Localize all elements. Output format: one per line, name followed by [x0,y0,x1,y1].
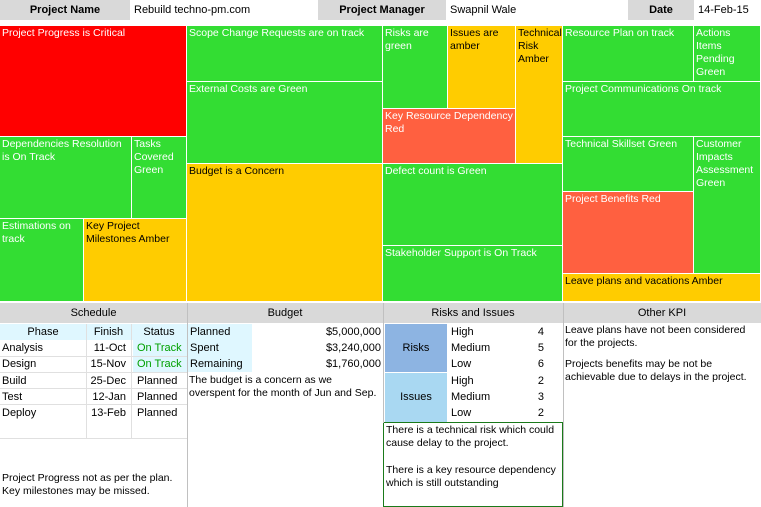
issue-level: High [451,375,474,387]
schedule-phase: Test [2,391,23,403]
risk-count: 6 [537,358,544,370]
schedule-header: Schedule [0,303,187,323]
risks-note-resource: There is a key resource dependency which… [386,464,556,489]
schedule-phase: Deploy [2,407,37,419]
budget-value: $3,240,000 [325,342,381,354]
other-kpi-header: Other KPI [563,303,761,323]
schedule-finish: 13-Feb [91,407,126,419]
budget-value: $5,000,000 [325,326,381,338]
schedule-status: Planned [137,375,178,387]
divider [563,303,564,507]
project-name-label: Project Name [0,0,130,20]
risks-issues-header: Risks and Issues [383,303,563,323]
budget-label: Remaining [188,356,252,372]
divider [0,438,187,439]
tile-leave-plans[interactable]: Leave plans and vacations Amber [563,274,761,302]
divider [187,303,188,507]
tile-issues[interactable]: Issues are amber [448,26,516,109]
budget-label: Spent [188,340,252,356]
risk-count: 5 [537,342,544,354]
project-name-value[interactable]: Rebuild techno-pm.com [130,0,318,20]
schedule-phase: Design [2,358,37,370]
schedule-phase: Build [2,375,27,387]
schedule-status: Planned [137,391,178,403]
schedule-phase: Analysis [2,342,43,354]
divider [0,372,187,373]
risk-level: High [451,326,474,338]
tile-estimations[interactable]: Estimations on track [0,219,84,302]
risk-level: Low [451,358,472,370]
tile-tasks-covered[interactable]: Tasks Covered Green [132,137,187,219]
issue-count: 2 [537,375,544,387]
issue-level: Medium [451,391,491,403]
schedule-finish: 11-Oct [93,342,126,354]
schedule-finish: 12-Jan [92,391,126,403]
divider [131,324,132,438]
divider [0,356,187,357]
schedule-status: On Track [133,340,187,356]
project-manager-value[interactable]: Swapnil Wale [446,0,628,20]
tile-risks[interactable]: Risks are green [383,26,448,109]
date-label: Date [628,0,694,20]
date-value[interactable]: 14-Feb-15 [694,0,761,20]
tile-key-resource[interactable]: Key Resource Dependency Red [383,109,516,164]
issues-label-box: Issues [385,373,447,422]
budget-note: The budget is a concern as we overspent … [189,374,377,399]
tile-communications[interactable]: Project Communications On track [563,82,761,137]
budget-header: Budget [187,303,383,323]
schedule-status: On Track [133,356,187,372]
schedule-col-status: Status [143,326,175,338]
divider [383,303,384,423]
project-manager-label: Project Manager [318,0,446,20]
tile-action-items[interactable]: Actions Items Pending Green [694,26,761,82]
divider [0,388,187,389]
issue-level: Low [451,407,472,419]
risks-note-technical: There is a technical risk which could ca… [386,424,555,449]
tile-key-milestones[interactable]: Key Project Milestones Amber [84,219,187,302]
schedule-col-finish: Finish [93,326,124,338]
tile-resource-plan[interactable]: Resource Plan on track [563,26,694,82]
tile-technical-risk[interactable]: Technical Risk Amber [516,26,563,164]
tile-project-progress[interactable]: Project Progress is Critical [0,26,187,137]
risk-level: Medium [451,342,491,354]
tile-budget[interactable]: Budget is a Concern [187,164,383,302]
tile-external-costs[interactable]: External Costs are Green [187,82,383,164]
schedule-note: Project Progress not as per the plan. Ke… [2,472,173,497]
divider [0,404,187,405]
budget-label: Planned [188,324,252,340]
kpi-note-leave: Leave plans have not been considered for… [565,324,746,349]
divider [86,324,87,438]
schedule-status: Planned [137,407,178,419]
budget-value: $1,760,000 [325,358,381,370]
tile-stakeholder[interactable]: Stakeholder Support is On Track [383,246,563,302]
issue-count: 2 [537,407,544,419]
tile-dependencies[interactable]: Dependencies Resolution is On Track [0,137,132,219]
issue-count: 3 [537,391,544,403]
risk-count: 4 [537,326,544,338]
tile-customer-impacts[interactable]: Customer Impacts Assessment Green [694,137,761,274]
schedule-finish: 15-Nov [90,358,126,370]
schedule-col-phase: Phase [27,326,59,338]
kpi-note-benefits: Projects benefits may be not be achievab… [565,358,747,383]
schedule-finish: 25-Dec [90,375,126,387]
tile-skillset[interactable]: Technical Skillset Green [563,137,694,192]
tile-project-benefits[interactable]: Project Benefits Red [563,192,694,274]
tile-defect-count[interactable]: Defect count is Green [383,164,563,246]
risks-issues-note-box: There is a technical risk which could ca… [383,422,563,507]
risks-label-box: Risks [385,324,447,372]
tile-scope-change[interactable]: Scope Change Requests are on track [187,26,383,82]
